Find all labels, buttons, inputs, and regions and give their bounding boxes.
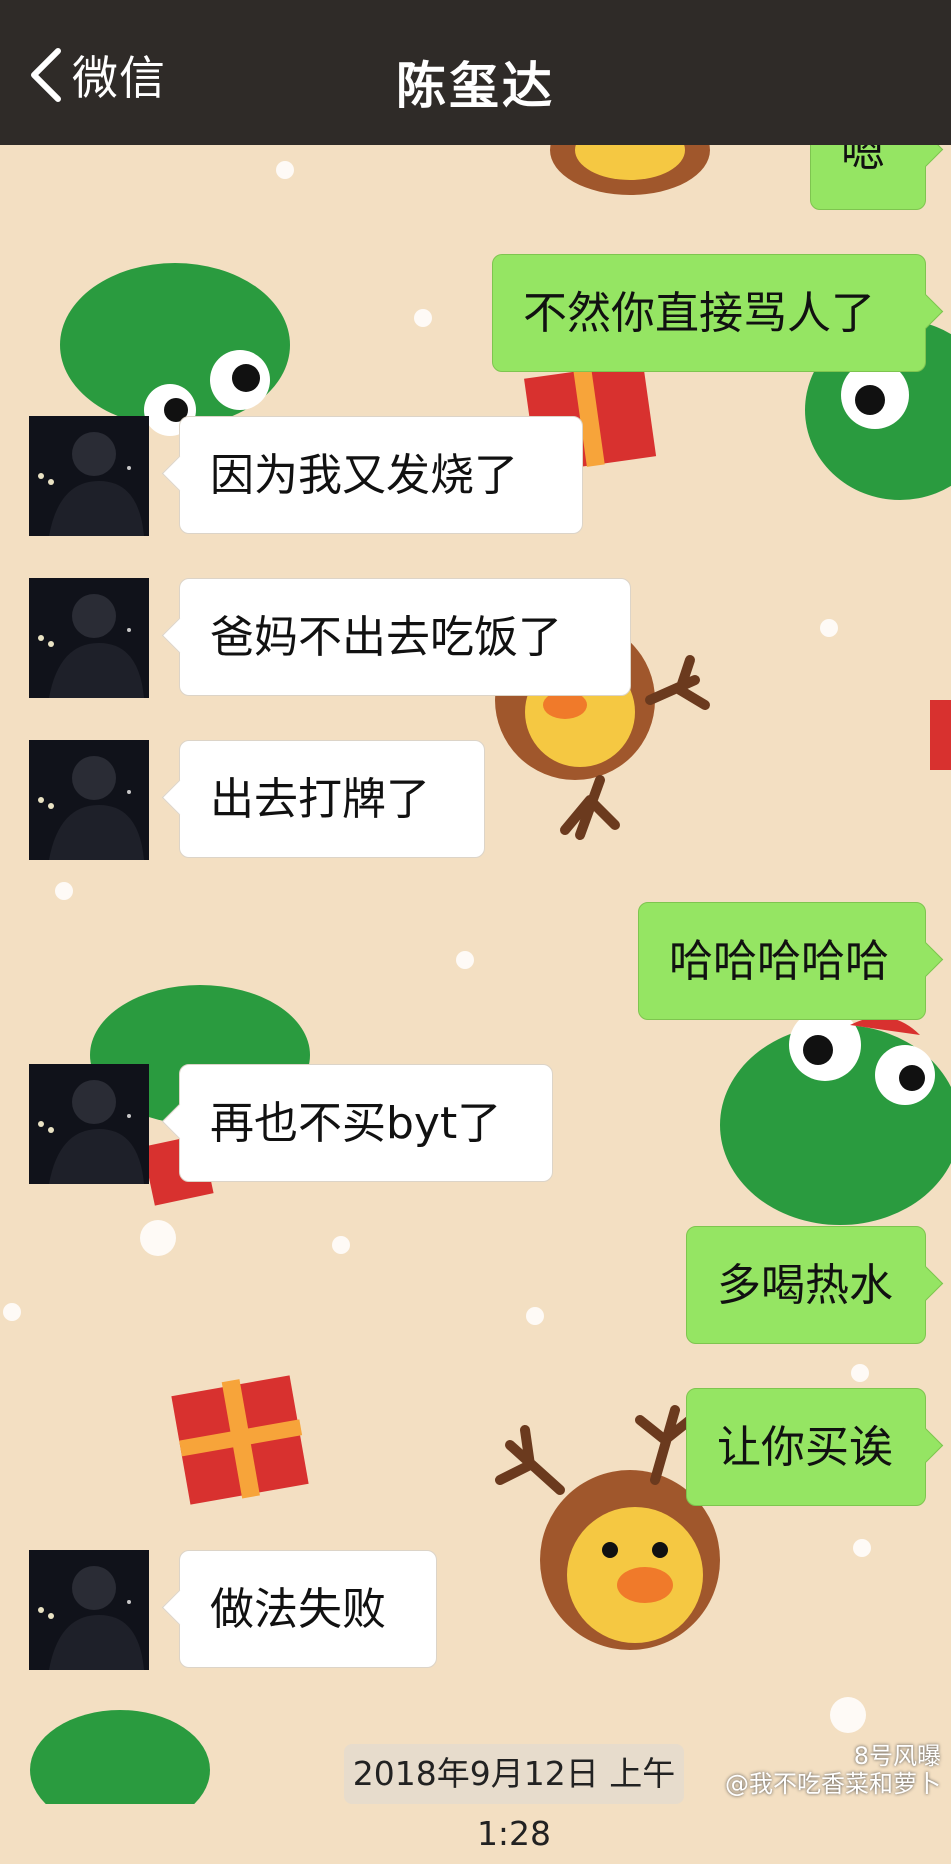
avatar-photo bbox=[29, 740, 149, 860]
frog-sticker-5 bbox=[30, 1710, 210, 1804]
message-bubble-incoming[interactable]: 爸妈不出去吃饭了 bbox=[179, 578, 631, 696]
message-text: 做法失败 bbox=[210, 1584, 386, 1635]
message-bubble-outgoing[interactable]: 哈哈哈哈哈 bbox=[638, 902, 926, 1020]
chat-title: 陈玺达 bbox=[396, 57, 555, 115]
watermark-line-2: @我不吃香菜和萝卜 bbox=[725, 1770, 941, 1798]
avatar-photo bbox=[29, 1064, 149, 1184]
message-timestamp: 2018年9月12日 上午1:28 bbox=[344, 1744, 684, 1853]
message-bubble-incoming[interactable]: 因为我又发烧了 bbox=[179, 416, 583, 534]
contact-avatar[interactable] bbox=[29, 1064, 149, 1184]
gift-sticker-2 bbox=[930, 700, 951, 770]
message-text: 让你买诶 bbox=[717, 1422, 893, 1473]
watermark: 8号风曝 @我不吃香菜和萝卜 bbox=[701, 1742, 941, 1804]
message-bubble-outgoing[interactable]: 让你买诶 bbox=[686, 1388, 926, 1506]
contact-avatar[interactable] bbox=[29, 416, 149, 536]
message-text: 哈哈哈哈哈 bbox=[669, 936, 889, 987]
message-text: 多喝热水 bbox=[717, 1260, 893, 1311]
message-bubble-incoming[interactable]: 再也不买byt了 bbox=[179, 1064, 553, 1182]
frog-sticker-1 bbox=[60, 263, 290, 436]
message-bubble-outgoing[interactable]: 多喝热水 bbox=[686, 1226, 926, 1344]
frog-sticker-4 bbox=[720, 1009, 951, 1225]
gift-sticker-3 bbox=[171, 1375, 309, 1505]
avatar-photo bbox=[29, 578, 149, 698]
message-bubble-incoming[interactable]: 做法失败 bbox=[179, 1550, 437, 1668]
message-bubble-outgoing[interactable]: 不然你直接骂人了 bbox=[492, 254, 926, 372]
contact-avatar[interactable] bbox=[29, 740, 149, 860]
message-text: 不然你直接骂人了 bbox=[523, 288, 875, 339]
message-text: 因为我又发烧了 bbox=[210, 450, 518, 501]
message-bubble-incoming[interactable]: 出去打牌了 bbox=[179, 740, 485, 858]
contact-avatar[interactable] bbox=[29, 1550, 149, 1670]
avatar-photo bbox=[29, 1550, 149, 1670]
message-text: 再也不买byt了 bbox=[210, 1098, 502, 1149]
message-text: 爸妈不出去吃饭了 bbox=[210, 612, 562, 663]
contact-avatar[interactable] bbox=[29, 578, 149, 698]
navigation-bar: 微信 陈玺达 bbox=[0, 0, 951, 145]
message-text: 出去打牌了 bbox=[210, 774, 430, 825]
avatar-photo bbox=[29, 416, 149, 536]
watermark-line-1: 8号风曝 bbox=[853, 1742, 941, 1770]
